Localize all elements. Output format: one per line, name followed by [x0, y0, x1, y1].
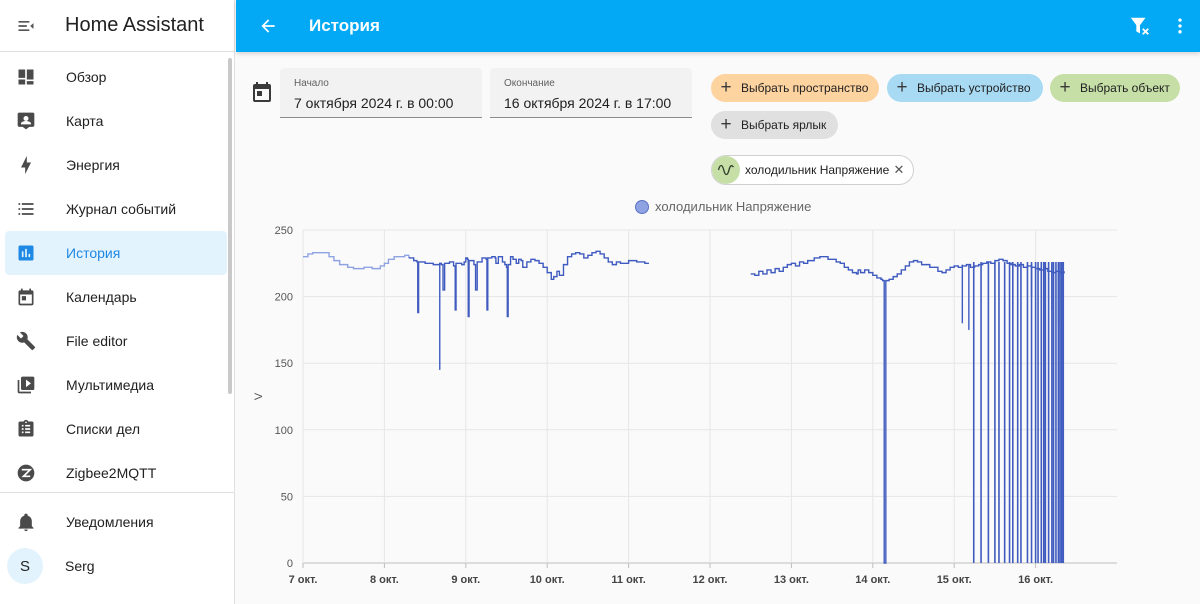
series-line	[303, 251, 410, 270]
plus-icon: +	[896, 77, 908, 98]
x-tick-label: 13 окт.	[774, 574, 809, 586]
sidebar-item-label: Списки дел	[66, 421, 141, 437]
more-vertical-icon[interactable]	[1160, 0, 1200, 52]
sidebar-scrollbar[interactable]	[228, 58, 232, 394]
sidebar-item-label: Журнал событий	[66, 201, 177, 217]
start-date-label: Начало	[294, 78, 329, 89]
chip-label: Выбрать ярлык	[741, 118, 827, 132]
y-tick-label: 200	[275, 292, 293, 304]
selected-entity-label: холодильник Напряжение	[745, 163, 890, 177]
sidebar-item-label: Уведомления	[66, 514, 154, 530]
sidebar-item-logbook[interactable]: Журнал событий	[5, 187, 227, 231]
filter-remove-icon[interactable]	[1120, 0, 1160, 52]
app: Home Assistant Обзор Карта Энергия Журна…	[0, 0, 1200, 604]
sidebar-item-label: Обзор	[66, 69, 107, 85]
sidebar-item-map[interactable]: Карта	[5, 99, 227, 143]
app-title: Home Assistant	[65, 14, 204, 36]
sidebar-item-history[interactable]: История	[5, 231, 227, 275]
sidebar-item-todo[interactable]: Списки дел	[5, 407, 227, 451]
choose-area-chip[interactable]: + Выбрать пространство	[711, 74, 879, 102]
menu-collapse-icon[interactable]	[0, 0, 52, 52]
wrench-icon	[5, 331, 45, 351]
sidebar-item-label: Карта	[66, 113, 104, 129]
sidebar-item-calendar[interactable]: Календарь	[5, 275, 227, 319]
sidebar-item-label: История	[66, 245, 121, 261]
series-line	[408, 250, 649, 318]
x-tick-label: 8 окт.	[370, 574, 399, 586]
x-tick-label: 10 окт.	[530, 574, 565, 586]
chart-legend[interactable]: холодильник Напряжение	[635, 199, 811, 214]
start-date-field[interactable]: Начало 7 октября 2024 г. в 00:00	[280, 68, 482, 118]
dashboard-icon	[5, 67, 45, 87]
sidebar-item-user[interactable]: S Serg	[5, 544, 227, 588]
history-chart: 0 50 100 150 200 250 7 окт. 8 окт. 9 окт. 10 окт.…	[253, 225, 1117, 586]
plus-icon: +	[1059, 77, 1071, 98]
sidebar: Home Assistant Обзор Карта Энергия Журна…	[0, 0, 235, 604]
plus-icon: +	[720, 114, 732, 135]
x-tick-label: 11 окт.	[611, 574, 645, 586]
sidebar-item-file-editor[interactable]: File editor	[5, 319, 227, 363]
x-tick-label: 16 окт.	[1018, 574, 1053, 586]
end-date-value: 16 октября 2024 г. в 17:00	[504, 95, 672, 111]
play-box-icon	[5, 375, 45, 395]
avatar: S	[7, 548, 43, 584]
start-date-value: 7 октября 2024 г. в 00:00	[294, 95, 454, 111]
lightning-bolt-icon	[5, 155, 45, 175]
plus-icon: +	[720, 77, 732, 98]
sidebar-item-energy[interactable]: Энергия	[5, 143, 227, 187]
y-tick-label: 150	[275, 358, 293, 370]
x-tick-label: 12 окт.	[693, 574, 728, 586]
end-date-label: Окончание	[504, 78, 555, 89]
sidebar-item-label: Энергия	[66, 157, 120, 173]
x-tick-label: 7 окт.	[289, 574, 318, 586]
sidebar-item-label: Календарь	[66, 289, 137, 305]
x-tick-label: 14 окт.	[855, 574, 890, 586]
x-tick-label: 15 окт.	[937, 574, 972, 586]
sidebar-item-overview[interactable]: Обзор	[5, 55, 227, 99]
close-icon[interactable]: ✕	[891, 162, 907, 178]
sidebar-item-label: Serg	[65, 558, 95, 574]
sidebar-bottom: Уведомления S Serg	[0, 500, 230, 588]
sidebar-item-label: File editor	[66, 333, 128, 349]
map-icon	[5, 111, 45, 131]
x-tick-label: 9 окт.	[451, 574, 480, 586]
top-app-bar: История	[236, 0, 1200, 52]
sidebar-item-notifications[interactable]: Уведомления	[5, 500, 227, 544]
y-tick-label: 100	[275, 425, 293, 437]
sidebar-item-label: Zigbee2MQTT	[66, 465, 157, 481]
y-tick-label: 250	[275, 225, 293, 237]
chip-label: Выбрать устройство	[917, 81, 1031, 95]
sidebar-header: Home Assistant	[0, 0, 234, 52]
sidebar-item-media[interactable]: Мультимедиа	[5, 363, 227, 407]
bell-icon	[5, 512, 45, 532]
clipboard-list-icon	[5, 419, 45, 439]
chip-label: Выбрать объект	[1080, 81, 1170, 95]
back-arrow-icon[interactable]	[244, 0, 292, 52]
chart-box-icon	[5, 243, 45, 263]
zigbee-icon	[5, 463, 45, 483]
calendar-icon[interactable]	[250, 80, 274, 104]
chip-label: Выбрать пространство	[741, 81, 869, 95]
y-axis-label: V	[253, 392, 265, 400]
sidebar-item-zigbee2mqtt[interactable]: Zigbee2MQTT	[5, 451, 227, 495]
legend-dot	[635, 199, 649, 214]
calendar-icon	[5, 287, 45, 307]
choose-device-chip[interactable]: + Выбрать устройство	[887, 74, 1043, 102]
sidebar-nav: Обзор Карта Энергия Журнал событий Истор…	[0, 55, 230, 495]
sidebar-item-label: Мультимедиа	[66, 377, 154, 393]
sidebar-divider	[0, 492, 235, 493]
toolbar-actions	[1120, 0, 1200, 52]
page-title: История	[309, 16, 380, 35]
end-date-field[interactable]: Окончание 16 октября 2024 г. в 17:00	[490, 68, 692, 118]
y-tick-label: 0	[287, 558, 293, 570]
sine-wave-icon	[712, 156, 740, 184]
selected-entity-chip[interactable]: холодильник Напряжение ✕	[711, 155, 914, 185]
list-icon	[5, 199, 45, 219]
choose-entity-chip[interactable]: + Выбрать объект	[1050, 74, 1180, 102]
y-tick-label: 50	[281, 491, 293, 503]
legend-label: холодильник Напряжение	[655, 199, 812, 214]
choose-label-chip[interactable]: + Выбрать ярлык	[711, 111, 838, 139]
